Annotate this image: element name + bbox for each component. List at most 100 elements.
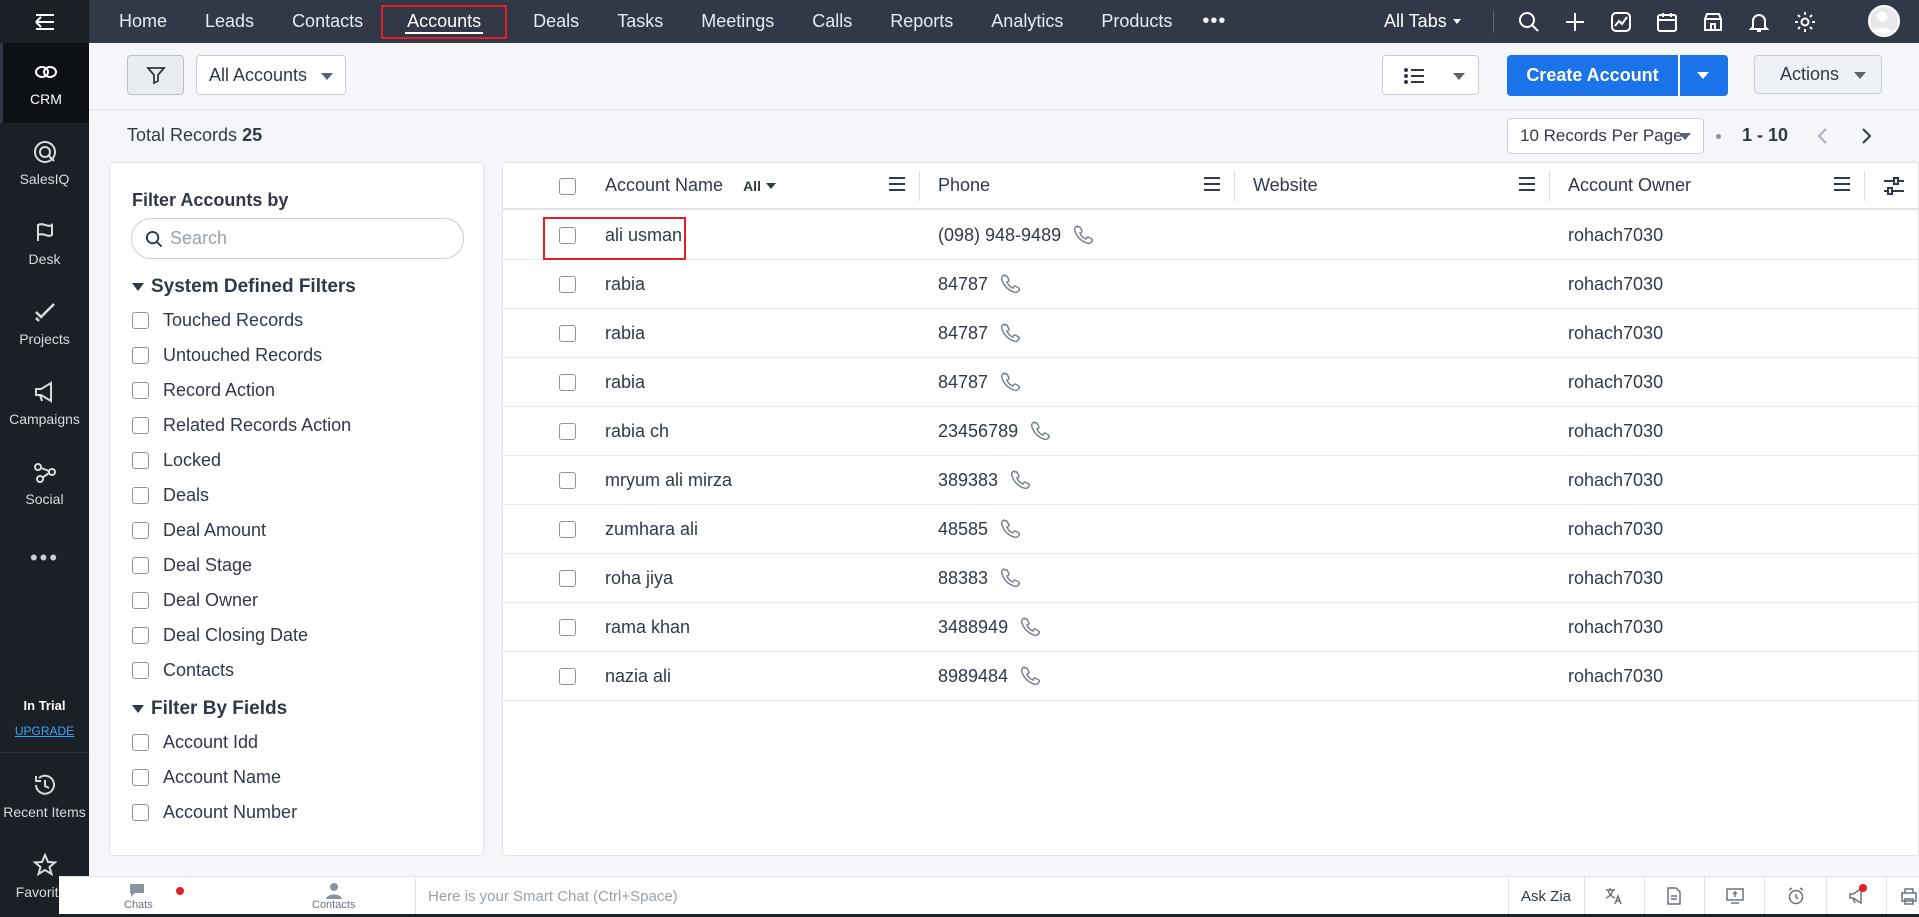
column-menu-icon[interactable] — [888, 176, 906, 192]
checkbox[interactable] — [132, 627, 149, 644]
tab-analytics[interactable]: Analytics — [979, 0, 1075, 43]
rail-app-projects[interactable]: Projects — [0, 283, 89, 363]
checkbox[interactable] — [132, 312, 149, 329]
row-checkbox[interactable] — [559, 276, 576, 293]
account-name-link[interactable]: rabia — [605, 358, 645, 406]
account-name-link[interactable]: nazia ali — [605, 652, 671, 700]
filter-item[interactable]: Related Records Action — [132, 415, 351, 436]
search-icon[interactable] — [1517, 10, 1541, 34]
checkbox[interactable] — [132, 487, 149, 504]
phone-call-icon[interactable] — [1000, 322, 1022, 344]
table-row[interactable]: ali usman (098) 948-9489 rohach7030 — [503, 211, 1918, 260]
checkbox[interactable] — [132, 347, 149, 364]
phone-call-icon[interactable] — [1000, 567, 1022, 589]
column-settings-icon[interactable] — [1882, 175, 1906, 197]
account-name-link[interactable]: rabia — [605, 260, 645, 308]
checkbox[interactable] — [132, 662, 149, 679]
table-row[interactable]: rabia ch 23456789 rohach7030 — [503, 407, 1918, 456]
checkbox[interactable] — [132, 417, 149, 434]
checkbox[interactable] — [132, 382, 149, 399]
table-row[interactable]: roha jiya 88383 rohach7030 — [503, 554, 1918, 603]
checkbox[interactable] — [132, 522, 149, 539]
rail-more-button[interactable]: ••• — [0, 523, 89, 593]
tab-deals[interactable]: Deals — [521, 0, 591, 43]
row-checkbox[interactable] — [559, 472, 576, 489]
account-name-link[interactable]: rabia — [605, 309, 645, 357]
filter-item[interactable]: Account Idd — [132, 732, 258, 753]
view-mode-select[interactable] — [1382, 55, 1479, 95]
filter-item[interactable]: Untouched Records — [132, 345, 322, 366]
column-menu-icon[interactable] — [1203, 176, 1221, 192]
filter-item[interactable]: Account Name — [132, 767, 281, 788]
tab-accounts[interactable]: Accounts — [381, 4, 508, 39]
tab-home[interactable]: Home — [107, 0, 179, 43]
checkbox[interactable] — [132, 734, 149, 751]
row-checkbox[interactable] — [559, 570, 576, 587]
table-row[interactable]: mryum ali mirza 389383 rohach7030 — [503, 456, 1918, 505]
checkbox[interactable] — [132, 452, 149, 469]
tab-reports[interactable]: Reports — [878, 0, 965, 43]
column-menu-icon[interactable] — [1833, 176, 1851, 192]
tab-meetings[interactable]: Meetings — [689, 0, 786, 43]
checkbox[interactable] — [132, 804, 149, 821]
gear-icon[interactable] — [1793, 10, 1817, 34]
create-account-dropdown[interactable] — [1680, 55, 1728, 96]
tab-products[interactable]: Products — [1089, 0, 1184, 43]
filter-item[interactable]: Deal Stage — [132, 555, 252, 576]
bell-icon[interactable] — [1747, 10, 1771, 34]
chats-button[interactable]: Chats — [124, 881, 153, 911]
table-row[interactable]: rabia 84787 rohach7030 — [503, 309, 1918, 358]
column-account-owner[interactable]: Account Owner — [1550, 163, 1865, 208]
filter-item[interactable]: Locked — [132, 450, 221, 471]
actions-button[interactable]: Actions — [1754, 55, 1882, 94]
marketplace-icon[interactable] — [1701, 10, 1725, 34]
phone-call-icon[interactable] — [1073, 224, 1095, 246]
account-name-link[interactable]: zumhara ali — [605, 505, 698, 553]
records-per-page-select[interactable]: 10 Records Per Page — [1507, 118, 1704, 154]
rail-app-campaigns[interactable]: Campaigns — [0, 363, 89, 443]
phone-cell[interactable]: 84787 — [938, 260, 1022, 308]
checkbox[interactable] — [132, 769, 149, 786]
phone-cell[interactable]: 3488949 — [938, 603, 1042, 651]
checkbox[interactable] — [132, 557, 149, 574]
chevron-left-icon[interactable] — [1812, 125, 1834, 147]
table-row[interactable]: rama khan 3488949 rohach7030 — [503, 603, 1918, 652]
column-filter-select[interactable]: All — [743, 178, 776, 194]
filter-item[interactable]: Touched Records — [132, 310, 303, 331]
phone-call-icon[interactable] — [1000, 273, 1022, 295]
filter-item[interactable]: Deal Closing Date — [132, 625, 308, 646]
activity-chart-icon[interactable] — [1609, 10, 1633, 34]
filter-item[interactable]: Account Number — [132, 802, 297, 823]
phone-cell[interactable]: 8989484 — [938, 652, 1042, 700]
rail-app-social[interactable]: Social — [0, 443, 89, 523]
custom-view-select[interactable]: All Accounts — [196, 55, 346, 95]
screen-share-icon[interactable] — [1725, 886, 1745, 906]
filter-toggle-button[interactable] — [127, 55, 184, 95]
phone-call-icon[interactable] — [1030, 420, 1052, 442]
row-checkbox[interactable] — [559, 423, 576, 440]
rail-app-salesiq[interactable]: SalesIQ — [0, 123, 89, 203]
phone-call-icon[interactable] — [1000, 371, 1022, 393]
rail-app-desk[interactable]: Desk — [0, 203, 89, 283]
translate-icon[interactable] — [1604, 886, 1624, 906]
select-all-checkbox[interactable] — [559, 178, 576, 195]
filter-item[interactable]: Deal Owner — [132, 590, 258, 611]
user-avatar[interactable] — [1868, 5, 1900, 37]
row-checkbox[interactable] — [559, 668, 576, 685]
phone-cell[interactable]: 389383 — [938, 456, 1032, 504]
hamburger-menu-button[interactable] — [0, 0, 89, 43]
alarm-clock-icon[interactable] — [1786, 886, 1806, 906]
contacts-button[interactable]: Contacts — [312, 881, 355, 911]
document-icon[interactable] — [1664, 886, 1684, 906]
filter-item[interactable]: Deal Amount — [132, 520, 266, 541]
phone-cell[interactable]: 84787 — [938, 358, 1022, 406]
tab-calls[interactable]: Calls — [800, 0, 864, 43]
phone-cell[interactable]: (098) 948-9489 — [938, 211, 1095, 259]
phone-cell[interactable]: 48585 — [938, 505, 1022, 553]
account-name-link[interactable]: rabia ch — [605, 407, 669, 455]
ask-zia-button[interactable]: Ask Zia — [1521, 888, 1571, 905]
table-row[interactable]: rabia 84787 rohach7030 — [503, 260, 1918, 309]
smart-chat-input[interactable]: Here is your Smart Chat (Ctrl+Space) — [415, 878, 1509, 915]
filter-item[interactable]: Contacts — [132, 660, 234, 681]
filter-search-input[interactable]: Search — [131, 218, 464, 259]
